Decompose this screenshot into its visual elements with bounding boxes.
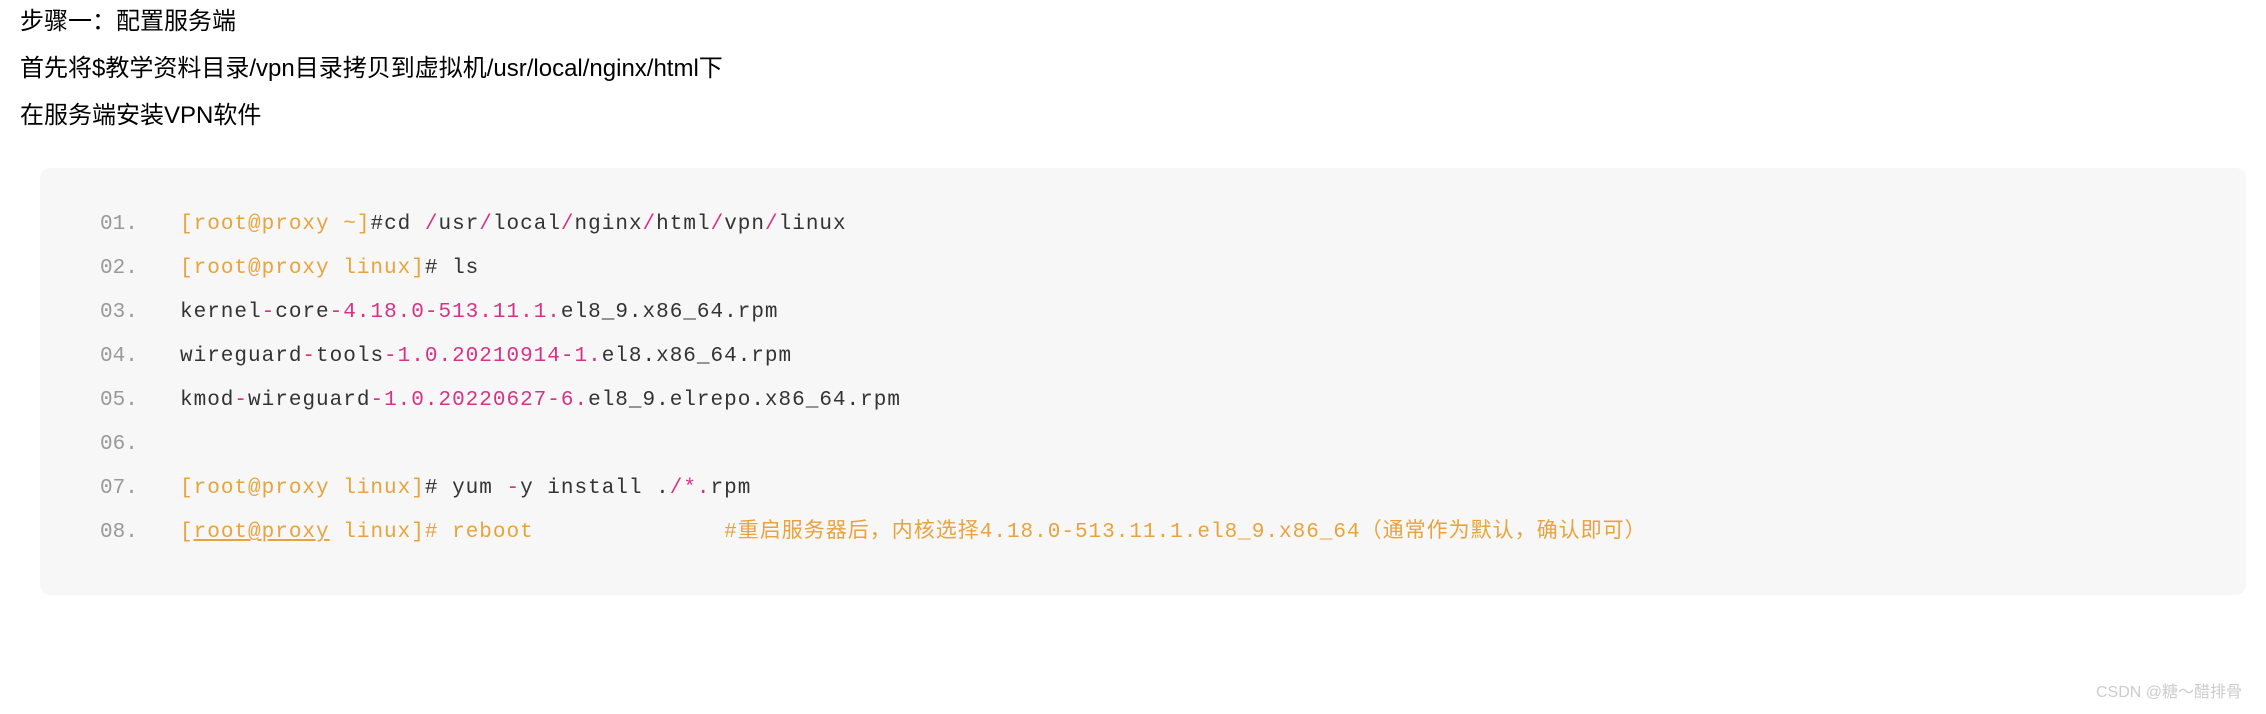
line-number: 03. — [100, 291, 180, 335]
line-number: 04. — [100, 335, 180, 379]
line-number: 05. — [100, 379, 180, 423]
intro-text: 步骤一：配置服务端 首先将$教学资料目录/vpn目录拷贝到虚拟机/usr/loc… — [0, 0, 2266, 138]
code-line: 06. — [100, 423, 2186, 467]
code-line: 07. [root@proxy linux]# yum -y install .… — [100, 467, 2186, 511]
line-number: 06. — [100, 423, 180, 467]
step-title: 步骤一：配置服务端 — [20, 0, 2246, 43]
code-content: [root@proxy linux]# reboot #重启服务器后，内核选择4… — [180, 511, 1647, 555]
code-content: [root@proxy linux]# ls — [180, 247, 479, 291]
line-number: 01. — [100, 203, 180, 247]
code-line: 05. kmod-wireguard-1.0.20220627-6.el8_9.… — [100, 379, 2186, 423]
line-number: 02. — [100, 247, 180, 291]
code-line: 03. kernel-core-4.18.0-513.11.1.el8_9.x8… — [100, 291, 2186, 335]
user-link[interactable]: root@proxy — [194, 521, 330, 544]
line-number: 07. — [100, 467, 180, 511]
line-number: 08. — [100, 511, 180, 555]
code-content: kernel-core-4.18.0-513.11.1.el8_9.x86_64… — [180, 291, 779, 335]
code-line: 08. [root@proxy linux]# reboot #重启服务器后，内… — [100, 511, 2186, 555]
code-line: 04. wireguard-tools-1.0.20210914-1.el8.x… — [100, 335, 2186, 379]
code-content: kmod-wireguard-1.0.20220627-6.el8_9.elre… — [180, 379, 901, 423]
code-content: [root@proxy linux]# yum -y install ./*.r… — [180, 467, 751, 511]
step-instruction-2: 在服务端安装VPN软件 — [20, 94, 2246, 137]
code-content: [root@proxy ~]#cd /usr/local/nginx/html/… — [180, 203, 847, 247]
step-instruction-1: 首先将$教学资料目录/vpn目录拷贝到虚拟机/usr/local/nginx/h… — [20, 47, 2246, 90]
code-line: 01. [root@proxy ~]#cd /usr/local/nginx/h… — [100, 203, 2186, 247]
code-block: 01. [root@proxy ~]#cd /usr/local/nginx/h… — [40, 168, 2246, 596]
code-content: wireguard-tools-1.0.20210914-1.el8.x86_6… — [180, 335, 792, 379]
watermark: CSDN @糖～醋排骨 — [2096, 678, 2242, 702]
code-line: 02. [root@proxy linux]# ls — [100, 247, 2186, 291]
